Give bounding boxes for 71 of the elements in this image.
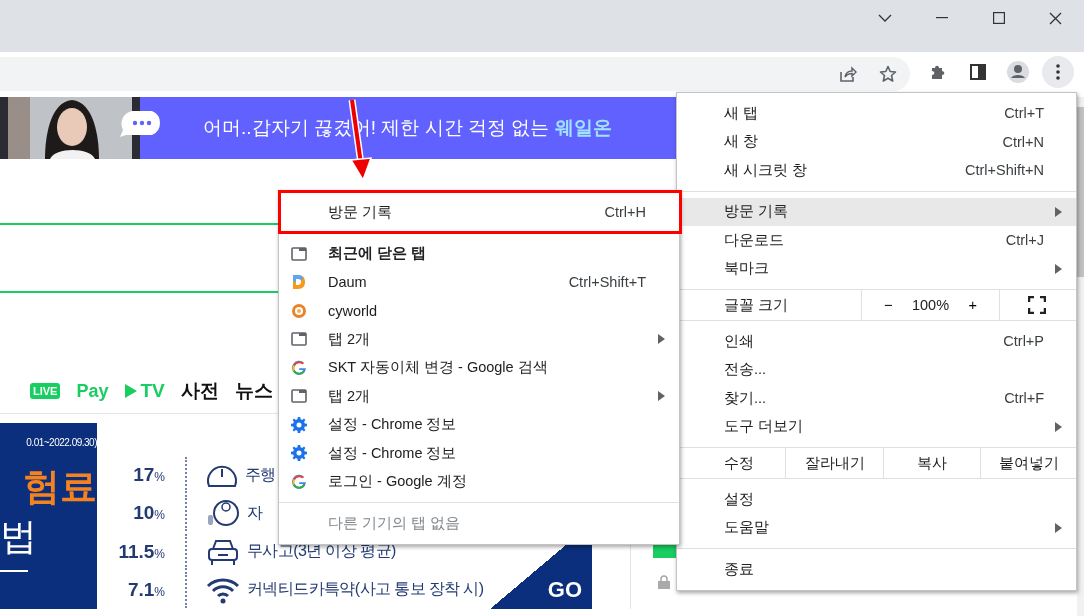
ad-subline: 법 — [0, 515, 37, 559]
menu-item[interactable]: 설정 - Chrome 정보 — [279, 439, 679, 468]
zoom-out-button[interactable]: − — [880, 297, 897, 313]
side-panel-icon — [970, 64, 986, 80]
menu-item[interactable]: 최근에 닫은 탭 — [279, 239, 679, 268]
ring-favicon-icon — [291, 302, 307, 319]
menu-item[interactable]: 새 시크릿 창 Ctrl+Shift+N — [677, 156, 1076, 185]
menu-item[interactable]: Daum Ctrl+Shift+T — [279, 268, 679, 297]
discount-rate: 17% — [132, 464, 165, 487]
menu-item[interactable]: SKT 자동이체 변경 - Google 검색 — [279, 353, 679, 382]
menu-item[interactable]: 설정 — [677, 485, 1076, 514]
menu-item[interactable]: 종료 — [677, 555, 1076, 584]
discount-rate: 7.1% — [126, 578, 165, 601]
discount-rate: 11.5% — [117, 540, 165, 563]
submenu-arrow-icon — [1055, 206, 1062, 217]
g-logo-icon — [291, 359, 307, 376]
tab-window-icon — [291, 389, 307, 404]
menu-item[interactable]: 북마크 — [677, 254, 1076, 283]
more-icon — [1056, 64, 1060, 80]
menu-item[interactable]: 도구 더보기 — [677, 412, 1076, 441]
g-logo-icon — [291, 473, 307, 490]
scrollbar[interactable] — [1077, 97, 1084, 616]
ad-panel[interactable]: 0.01~2022.09.30) 험료 법 — [0, 423, 97, 609]
discount-label: 커넥티드카특약(사고 통보 장착 시) — [247, 579, 484, 600]
person-icon — [1006, 60, 1030, 84]
menu-item[interactable]: 도움말 — [677, 513, 1076, 542]
star-icon — [879, 65, 897, 83]
empty-message: 다른 기기의 탭 없음 — [327, 513, 462, 533]
zoom-level: 100% — [911, 297, 950, 313]
submenu-arrow-icon — [1055, 522, 1062, 533]
puzzle-icon — [929, 63, 947, 81]
menu-button[interactable] — [1042, 56, 1074, 88]
maximize-icon — [992, 12, 1005, 24]
discount-label: 무사고(3년 이상 평균) — [247, 541, 396, 562]
menu-item[interactable]: 다운로드 Ctrl+J — [677, 226, 1076, 255]
fullscreen-button[interactable] — [1028, 296, 1046, 314]
submenu-arrow-icon — [1055, 421, 1062, 432]
discount-label: 자 — [247, 502, 263, 523]
ad-headline: 험료 — [23, 465, 97, 509]
settings-icon — [291, 445, 307, 462]
play-icon — [124, 383, 139, 399]
tab-window-icon — [291, 246, 307, 261]
menu-item[interactable]: 찾기... Ctrl+F — [677, 384, 1076, 413]
minimize-icon — [935, 17, 948, 19]
zoom-label: 글꼴 크기 — [723, 295, 790, 315]
discount-rate: 10% — [132, 502, 165, 525]
tab-window-icon — [291, 332, 307, 347]
menu-item[interactable]: 새 탭 Ctrl+T — [677, 99, 1076, 128]
menu-item[interactable]: 탭 2개 — [279, 382, 679, 411]
lock-icon — [658, 575, 670, 589]
favicon-icon — [291, 274, 307, 291]
menu-item[interactable]: 인쇄 Ctrl+P — [677, 327, 1076, 356]
close-icon — [1049, 11, 1062, 25]
zoom-in-button[interactable]: + — [964, 297, 981, 313]
settings-icon — [291, 416, 307, 433]
nav-link[interactable]: 뉴스 — [234, 378, 273, 404]
menu-item[interactable]: 설정 - Chrome 정보 — [279, 410, 679, 439]
chevron-down-icon — [877, 14, 892, 22]
menu-item[interactable]: 전송... — [677, 355, 1076, 384]
edit-label: 수정 — [723, 453, 755, 473]
menu-item[interactable]: cyworld — [279, 296, 679, 325]
menu-item[interactable]: 새 창 Ctrl+N — [677, 127, 1076, 156]
submenu-arrow-icon — [658, 334, 665, 344]
submenu-arrow-icon — [658, 391, 665, 401]
nav-link[interactable]: 사전 — [180, 378, 219, 404]
menu-item[interactable]: 로그인 - Google 계정 — [279, 467, 679, 496]
submenu-arrow-icon — [1055, 263, 1062, 274]
menu-item[interactable]: 탭 2개 — [279, 325, 679, 354]
share-icon — [839, 66, 857, 82]
discount-label: 주행 — [245, 464, 276, 485]
ad-period: 0.01~2022.09.30) — [26, 437, 97, 448]
